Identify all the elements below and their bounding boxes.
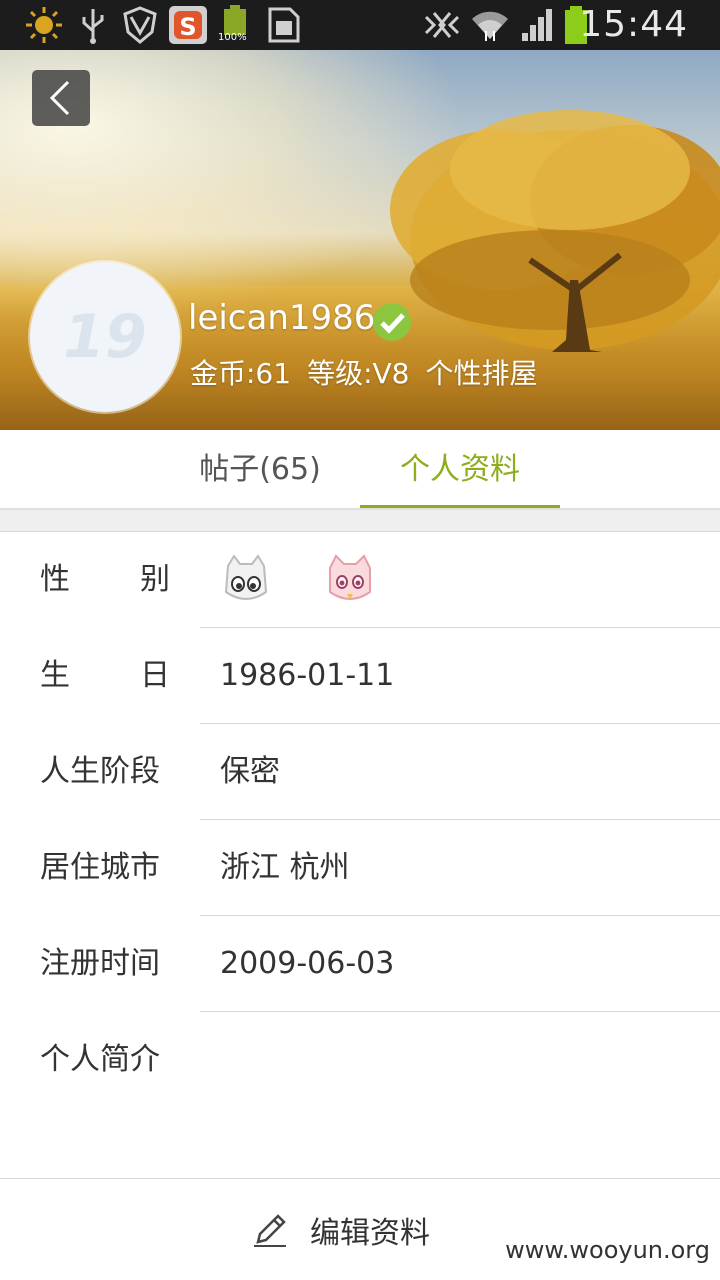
signal-icon (522, 9, 552, 41)
status-bar: S 100% 15:44 (0, 0, 720, 50)
battery-full-icon: 100% (218, 5, 254, 45)
user-stats: 金币:61 等级:V8 个性排屋 (190, 352, 554, 392)
profile-header: 19 leican1986 金币:61 等级:V8 个性排屋 (0, 50, 720, 430)
verified-check-icon (373, 303, 411, 341)
bio-row: 个人简介 (0, 1012, 720, 1108)
birthday-label: 生日 (40, 658, 170, 693)
register-time-label: 注册时间 (40, 946, 160, 981)
usb-icon (82, 9, 104, 44)
user-level: 等级:V8 (307, 357, 410, 390)
clock: 15:44 (579, 4, 688, 45)
gender-row: 性别 (0, 532, 720, 628)
sogou-input-icon: S (169, 6, 207, 44)
avatar[interactable]: 19 (30, 262, 180, 412)
nfc-icon (424, 12, 460, 38)
edit-profile-label: 编辑资料 (310, 1216, 430, 1251)
section-gap (0, 510, 720, 532)
pencil-icon (254, 1214, 286, 1247)
life-stage-row: 人生阶段 保密 (0, 724, 720, 820)
female-avatar-icon[interactable] (322, 552, 378, 608)
birthday-row: 生日 1986-01-11 (0, 628, 720, 724)
birthday-value: 1986-01-11 (220, 658, 395, 693)
register-time-value: 2009-06-03 (220, 946, 395, 981)
coins-count: 金币:61 (190, 357, 292, 390)
gender-label: 性别 (40, 562, 170, 597)
back-button[interactable] (32, 70, 90, 126)
life-stage-value: 保密 (220, 754, 280, 789)
shield-icon (123, 6, 157, 44)
wifi-icon (472, 11, 508, 41)
brightness-icon (26, 7, 62, 43)
male-avatar-icon[interactable] (218, 552, 274, 608)
bottom-divider (0, 1178, 720, 1179)
city-value: 浙江 杭州 (220, 850, 350, 885)
edit-profile-button[interactable]: 编辑资料 (250, 1200, 430, 1260)
register-time-row: 注册时间 2009-06-03 (0, 916, 720, 1012)
svg-text:S: S (179, 13, 196, 41)
tab-posts[interactable]: 帖子(65) (180, 430, 340, 510)
tab-profile[interactable]: 个人资料 (360, 430, 560, 510)
personal-house-link[interactable]: 个性排屋 (425, 357, 537, 390)
svg-text:19: 19 (63, 302, 147, 372)
city-label: 居住城市 (40, 850, 160, 885)
city-row: 居住城市 浙江 杭州 (0, 820, 720, 916)
life-stage-label: 人生阶段 (40, 754, 160, 789)
username: leican1986 (188, 298, 376, 338)
bio-label: 个人简介 (40, 1042, 160, 1077)
profile-tabs: 帖子(65) 个人资料 (0, 430, 720, 510)
default-avatar-icon: 19 (63, 302, 147, 372)
watermark: www.wooyun.org (505, 1236, 710, 1264)
chevron-left-icon (49, 80, 70, 116)
tab-profile-label: 个人资料 (400, 452, 520, 487)
sim-card-icon (268, 7, 300, 43)
